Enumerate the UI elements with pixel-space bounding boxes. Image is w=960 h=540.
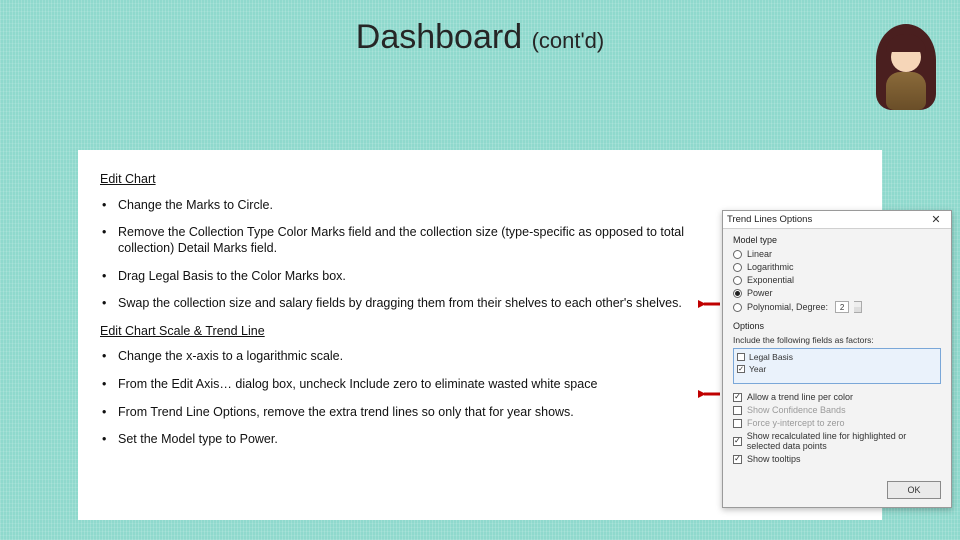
radio-linear[interactable]: Linear	[733, 249, 941, 259]
check-label: Allow a trend line per color	[747, 392, 853, 402]
factors-label: Include the following fields as factors:	[733, 335, 941, 345]
checkbox-icon	[733, 393, 742, 402]
list-item: •Swap the collection size and salary fie…	[100, 296, 720, 312]
check-show-tooltips[interactable]: Show tooltips	[733, 454, 941, 464]
model-type-label: Model type	[733, 235, 941, 245]
radio-label: Linear	[747, 249, 772, 259]
factors-listbox[interactable]: Legal Basis Year	[733, 348, 941, 384]
radio-logarithmic[interactable]: Logarithmic	[733, 262, 941, 272]
checkbox-icon	[737, 365, 745, 373]
radio-icon	[733, 263, 742, 272]
radio-icon	[733, 276, 742, 285]
radio-icon	[733, 303, 742, 312]
dialog-title: Trend Lines Options	[727, 214, 925, 225]
radio-power[interactable]: Power	[733, 288, 941, 298]
list-item: •Change the Marks to Circle.	[100, 198, 720, 214]
list-item-text: Drag Legal Basis to the Color Marks box.	[118, 269, 720, 285]
checkbox-icon	[733, 406, 742, 415]
slide-title: Dashboard (cont'd)	[0, 18, 960, 57]
arrow-icon	[698, 300, 720, 308]
list-item: •From Trend Line Options, remove the ext…	[100, 405, 720, 421]
title-suffix: (cont'd)	[532, 28, 605, 53]
list-item: •Drag Legal Basis to the Color Marks box…	[100, 269, 720, 285]
factor-row-legal-basis[interactable]: Legal Basis	[737, 351, 937, 363]
list-item-text: Change the x-axis to a logarithmic scale…	[118, 349, 720, 365]
radio-label: Exponential	[747, 275, 794, 285]
dialog-body: Model type Linear Logarithmic Exponentia…	[723, 229, 951, 471]
degree-input[interactable]: 2	[835, 301, 849, 313]
radio-icon	[733, 289, 742, 298]
arrow-icon	[698, 390, 720, 398]
list-item-text: Swap the collection size and salary fiel…	[118, 296, 720, 312]
close-icon[interactable]: ✕	[925, 213, 947, 227]
check-label: Show tooltips	[747, 454, 801, 464]
dialog-titlebar[interactable]: Trend Lines Options ✕	[723, 211, 951, 229]
degree-spinner[interactable]	[854, 301, 862, 313]
check-show-recalculated-line[interactable]: Show recalculated line for highlighted o…	[733, 431, 941, 451]
check-show-confidence-bands[interactable]: Show Confidence Bands	[733, 405, 941, 415]
list-item: •From the Edit Axis… dialog box, uncheck…	[100, 377, 720, 393]
title-main: Dashboard	[356, 18, 522, 56]
radio-polynomial[interactable]: Polynomial, Degree: 2	[733, 301, 941, 313]
radio-icon	[733, 250, 742, 259]
list-item-text: From Trend Line Options, remove the extr…	[118, 405, 720, 421]
check-label: Force y-intercept to zero	[747, 418, 845, 428]
factor-label: Legal Basis	[749, 352, 793, 362]
options-label: Options	[733, 321, 941, 331]
list-item: •Set the Model type to Power.	[100, 432, 720, 448]
list-item: •Change the x-axis to a logarithmic scal…	[100, 349, 720, 365]
radio-label: Polynomial, Degree:	[747, 302, 828, 312]
check-force-y-intercept-zero[interactable]: Force y-intercept to zero	[733, 418, 941, 428]
factor-row-year[interactable]: Year	[737, 363, 937, 375]
checkbox-icon	[737, 353, 745, 361]
check-allow-trend-per-color[interactable]: Allow a trend line per color	[733, 392, 941, 402]
factor-label: Year	[749, 364, 766, 374]
ok-button[interactable]: OK	[887, 481, 941, 499]
list-item-text: From the Edit Axis… dialog box, uncheck …	[118, 377, 720, 393]
list-item-text: Set the Model type to Power.	[118, 432, 720, 448]
checkbox-icon	[733, 455, 742, 464]
list-item: •Remove the Collection Type Color Marks …	[100, 225, 720, 256]
checkbox-icon	[733, 419, 742, 428]
radio-label: Power	[747, 288, 773, 298]
checkbox-icon	[733, 437, 742, 446]
check-label: Show Confidence Bands	[747, 405, 846, 415]
trend-lines-options-dialog: Trend Lines Options ✕ Model type Linear …	[722, 210, 952, 508]
list-item-text: Remove the Collection Type Color Marks f…	[118, 225, 720, 256]
heading-edit-chart: Edit Chart	[100, 172, 860, 188]
radio-label: Logarithmic	[747, 262, 794, 272]
check-label: Show recalculated line for highlighted o…	[747, 431, 941, 451]
radio-exponential[interactable]: Exponential	[733, 275, 941, 285]
avatar	[870, 24, 942, 112]
list-item-text: Change the Marks to Circle.	[118, 198, 720, 214]
slide-background: Dashboard (cont'd) Edit Chart •Change th…	[0, 0, 960, 540]
